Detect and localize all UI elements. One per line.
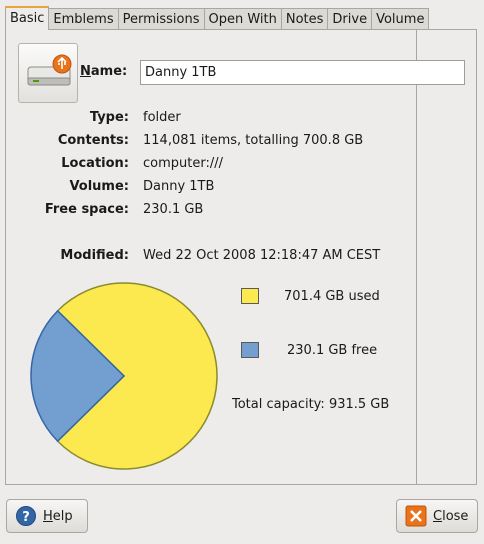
modified-value: Wed 22 Oct 2008 12:18:47 AM CEST	[143, 248, 381, 263]
free-space-label: Free space:	[44, 202, 129, 217]
close-label: Close	[433, 508, 469, 524]
tab-notes[interactable]: Notes	[280, 8, 329, 30]
volume-value: Danny 1TB	[143, 179, 215, 194]
type-value: folder	[143, 110, 181, 125]
svg-text:?: ?	[22, 510, 30, 525]
type-label: Type:	[89, 110, 129, 125]
volume-label: Volume:	[69, 179, 129, 194]
contents-value: 114,081 items, totalling 700.8 GB	[143, 133, 364, 148]
tab-emblems[interactable]: Emblems	[48, 8, 119, 30]
usb-drive-icon	[27, 54, 72, 86]
help-icon: ?	[16, 506, 36, 526]
used-legend-swatch	[241, 288, 259, 304]
disk-usage-pie	[30, 282, 218, 470]
free-space-value: 230.1 GB	[143, 202, 204, 217]
tab-bar: Basic Emblems Permissions Open With Note…	[5, 6, 430, 30]
close-icon	[405, 505, 427, 527]
tab-drive[interactable]: Drive	[327, 8, 373, 30]
used-legend-text: 701.4 GB used	[284, 289, 380, 304]
location-value: computer:///	[143, 156, 223, 171]
total-capacity-text: Total capacity: 931.5 GB	[232, 397, 390, 412]
free-legend-swatch	[241, 342, 259, 358]
help-button[interactable]: ? Help	[6, 499, 88, 533]
drive-icon-button[interactable]	[18, 43, 78, 103]
tab-volume[interactable]: Volume	[371, 8, 430, 30]
help-label: Help	[43, 508, 73, 524]
name-input[interactable]	[140, 60, 465, 85]
name-label: Name:	[80, 64, 128, 79]
tab-permissions[interactable]: Permissions	[117, 8, 205, 30]
location-label: Location:	[61, 156, 129, 171]
tab-open-with[interactable]: Open With	[203, 8, 282, 30]
free-legend-text: 230.1 GB free	[287, 343, 378, 358]
close-button[interactable]: Close	[396, 499, 478, 533]
contents-label: Contents:	[57, 133, 129, 148]
modified-label: Modified:	[60, 248, 129, 263]
tab-basic[interactable]: Basic	[5, 6, 50, 30]
